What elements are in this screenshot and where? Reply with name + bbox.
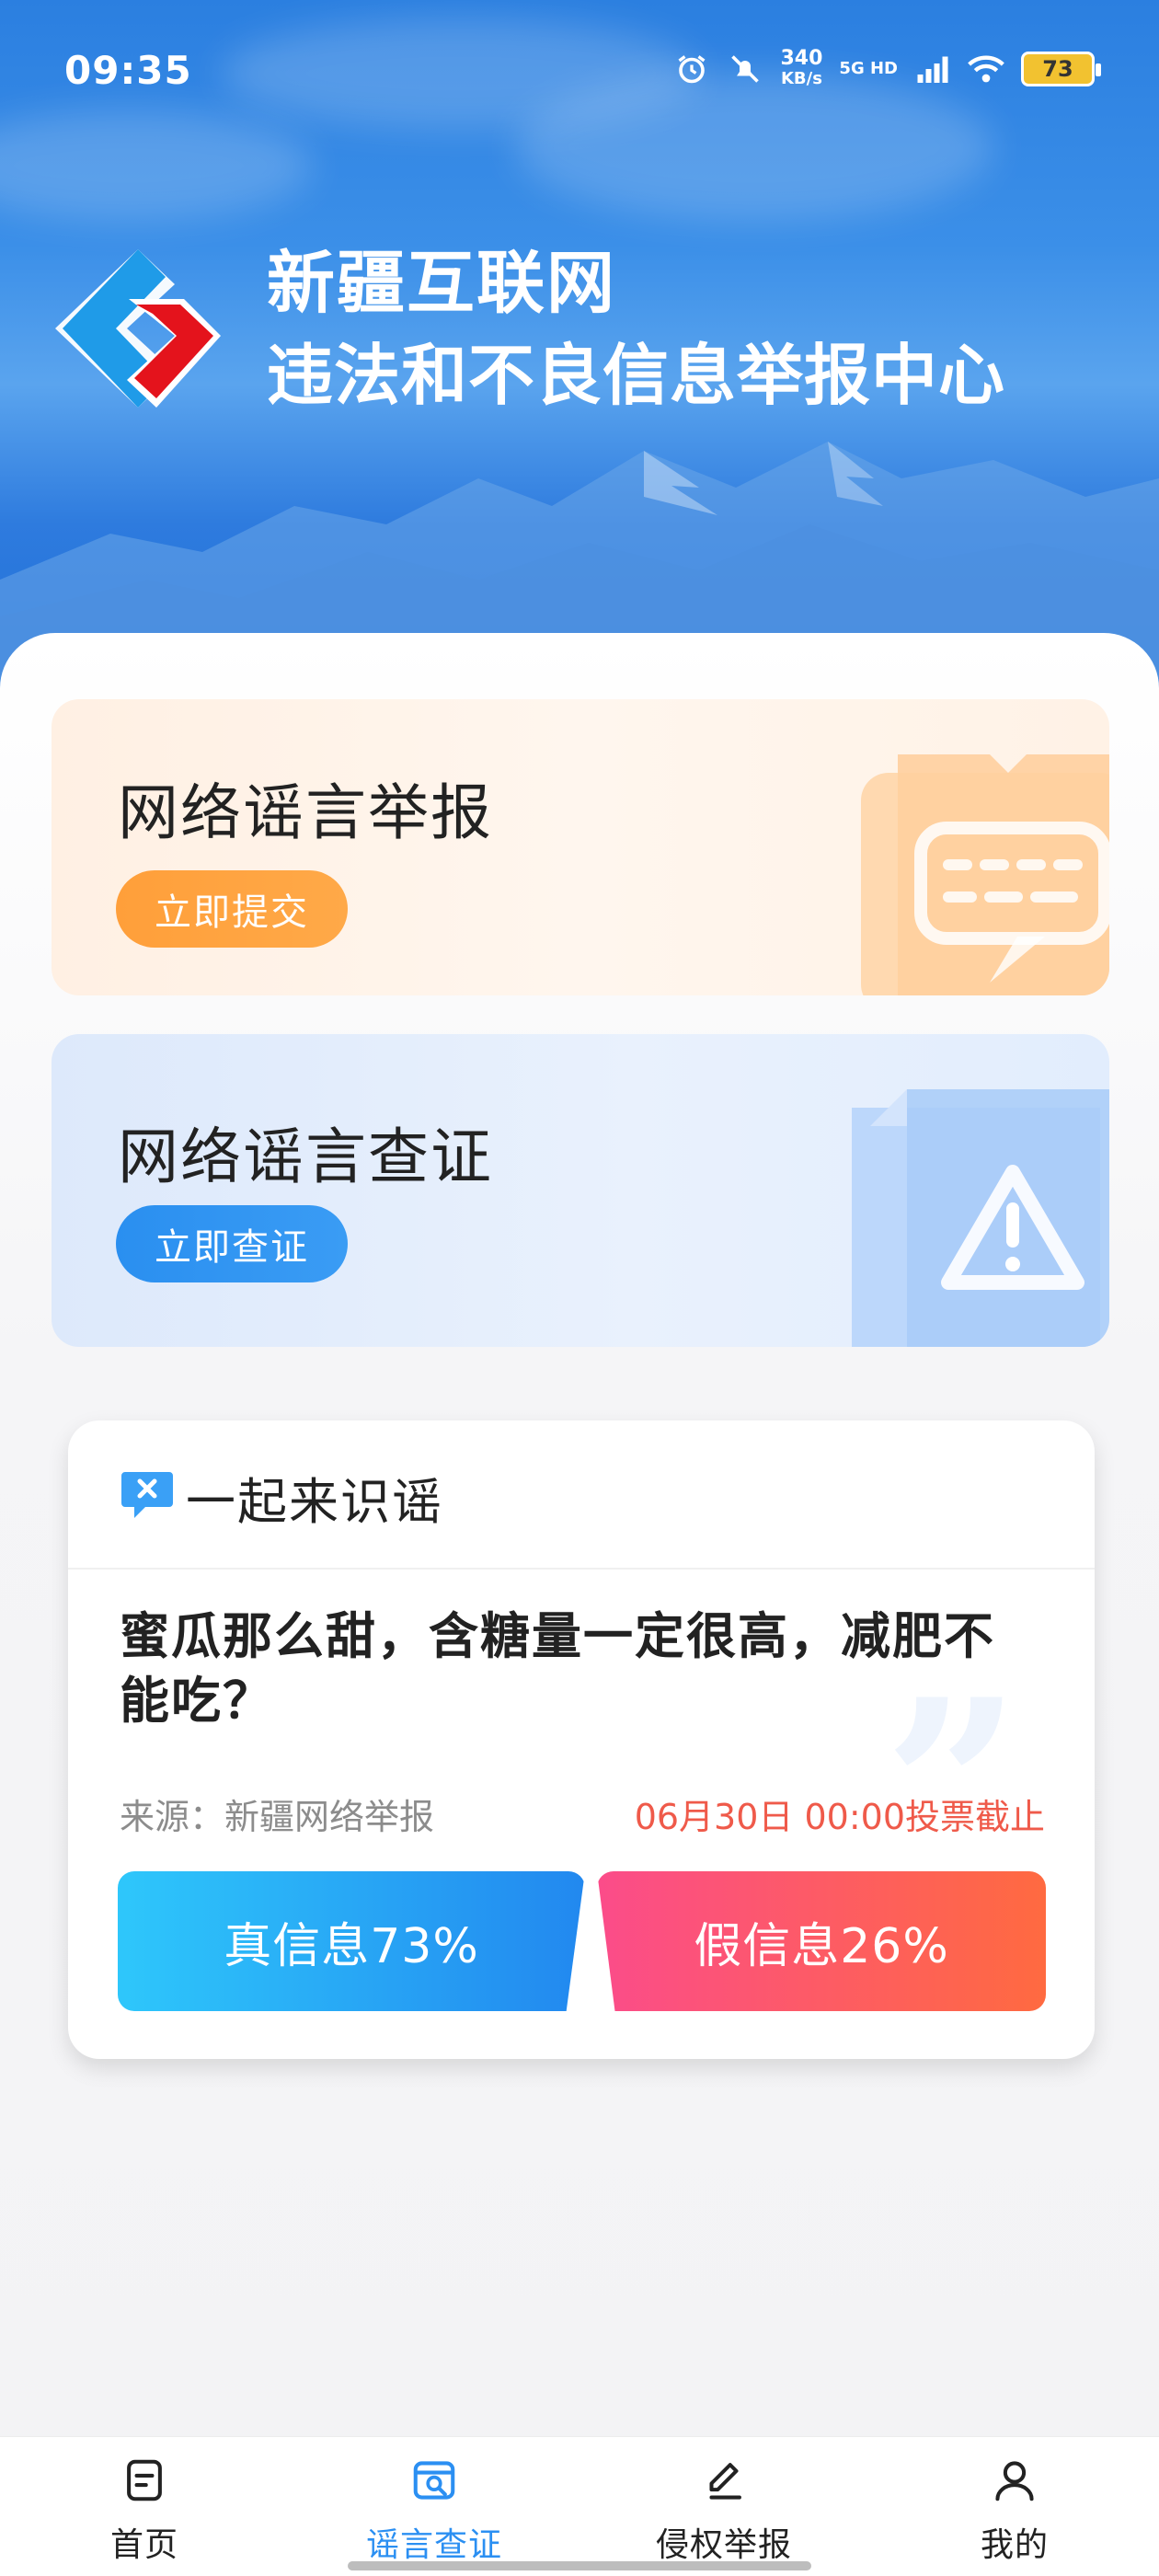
- network-type: 5G HD: [839, 59, 898, 78]
- nav-home-label: 首页: [109, 2526, 178, 2564]
- rumor-report-title: 网络谣言举报: [118, 777, 493, 848]
- alarm-icon: [673, 51, 710, 87]
- battery-indicator: 73: [1021, 52, 1101, 86]
- header-title: 新疆互联网: [267, 244, 616, 323]
- bottom-navigation: 首页 谣言查证 侵权举报 我的: [0, 2436, 1159, 2576]
- nav-infringement-report[interactable]: 侵权举报: [632, 2455, 816, 2566]
- nav-mine[interactable]: 我的: [923, 2455, 1107, 2566]
- rumor-report-card[interactable]: 网络谣言举报 立即提交: [52, 699, 1109, 995]
- vote-false-button[interactable]: 假信息26%: [597, 1871, 1046, 2011]
- nav-mine-label: 我的: [980, 2526, 1049, 2564]
- chat-report-icon: [861, 754, 1109, 995]
- document-icon: [127, 2459, 162, 2501]
- quiz-heading: 一起来识谣: [186, 1473, 443, 1531]
- home-indicator[interactable]: [348, 2561, 811, 2570]
- quiz-source: 来源：新疆网络举报: [120, 1797, 435, 1837]
- xinjiang-report-logo: [55, 249, 221, 408]
- signal-icon: [914, 51, 951, 87]
- nav-infringement-label: 侵权举报: [655, 2526, 792, 2564]
- chat-close-icon: [121, 1472, 173, 1518]
- warning-document-icon: [852, 1089, 1109, 1347]
- status-icons: 340 KB/s 5G HD 73: [673, 46, 1101, 92]
- submit-report-button[interactable]: 立即提交: [116, 870, 348, 948]
- rumor-quiz-card: 一起来识谣 ” 蜜瓜那么甜，含糖量一定很高，减肥不能吃？ 来源：新疆网络举报 0…: [68, 1420, 1095, 2059]
- header-banner: 09:35 340 KB/s 5G HD 73 新疆互联网 违法和不良信息举报中…: [0, 0, 1159, 699]
- quiz-question: 蜜瓜那么甜，含糖量一定很高，减肥不能吃？: [120, 1607, 995, 1730]
- verify-now-button[interactable]: 立即查证: [116, 1205, 348, 1282]
- rumor-verify-card[interactable]: 网络谣言查证 立即查证: [52, 1034, 1109, 1347]
- status-time: 09:35: [64, 48, 192, 93]
- status-bar: 09:35 340 KB/s 5G HD 73: [0, 0, 1159, 138]
- wifi-icon: [968, 51, 1004, 87]
- quiz-deadline: 06月30日 00:00投票截止: [634, 1797, 1045, 1837]
- rumor-verify-title: 网络谣言查证: [118, 1121, 493, 1192]
- nav-home[interactable]: 首页: [52, 2455, 236, 2566]
- nav-rumor-verify-label: 谣言查证: [365, 2526, 502, 2564]
- header-subtitle: 违法和不良信息举报中心: [267, 337, 1006, 414]
- search-document-icon: [413, 2461, 455, 2500]
- user-icon: [995, 2461, 1034, 2501]
- nav-rumor-verify[interactable]: 谣言查证: [342, 2455, 526, 2566]
- mute-bell-icon: [727, 51, 763, 87]
- network-speed: 340 KB/s: [780, 47, 823, 89]
- edit-icon: [709, 2463, 741, 2500]
- quiz-header: 一起来识谣: [68, 1420, 1095, 1570]
- vote-true-button[interactable]: 真信息73%: [118, 1871, 585, 2011]
